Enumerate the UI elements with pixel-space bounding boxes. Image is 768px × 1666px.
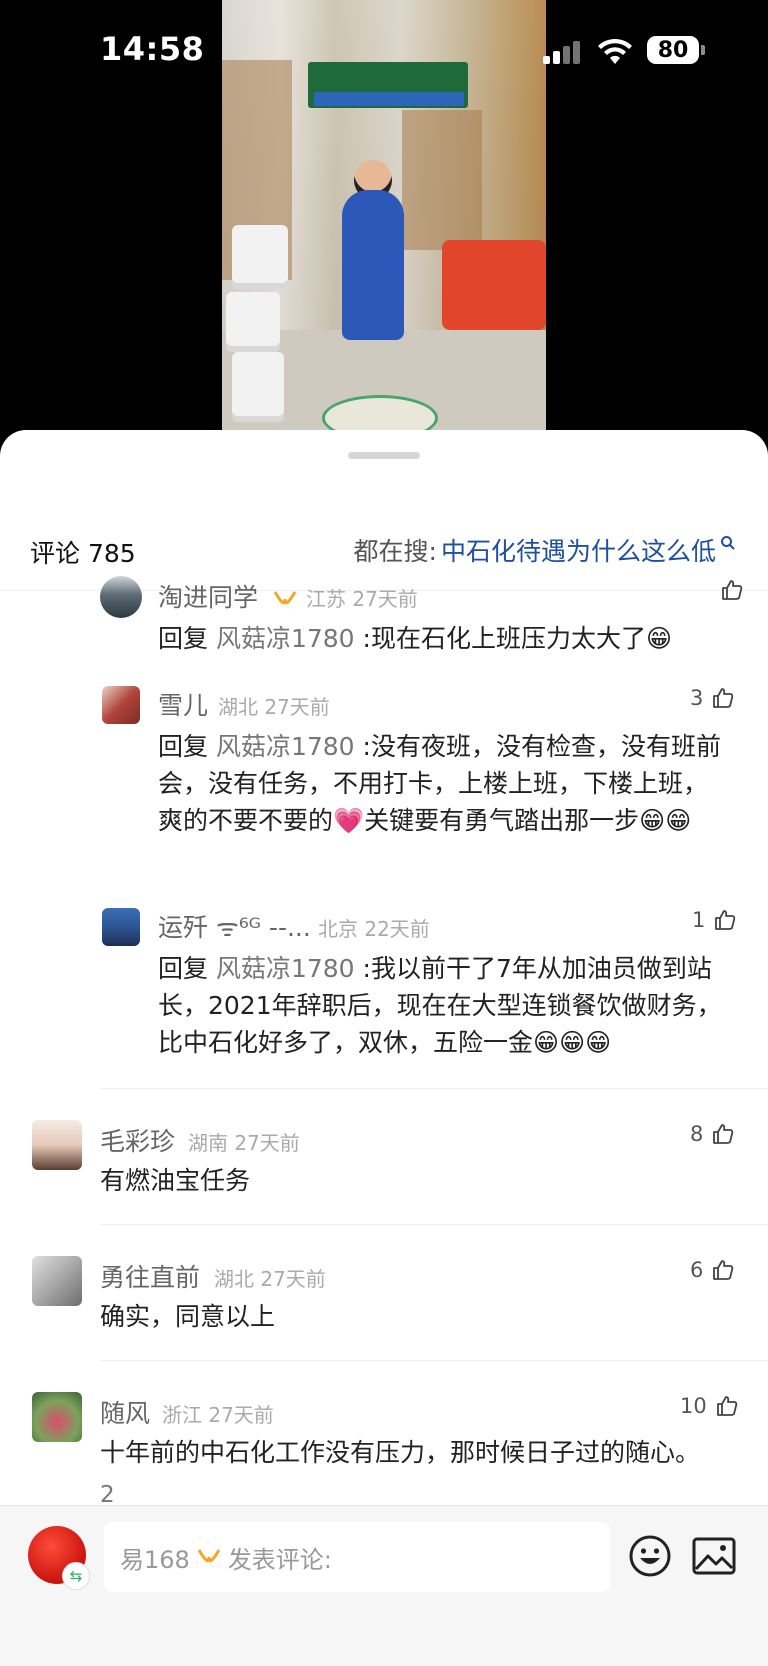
reply-to-user[interactable]: 风菇凉1780 bbox=[216, 732, 355, 761]
like-button[interactable]: 1 bbox=[692, 908, 737, 932]
search-icon bbox=[721, 536, 735, 550]
wifi-icon bbox=[598, 38, 632, 64]
battery-indicator: 80 bbox=[647, 36, 699, 64]
like-count: 3 bbox=[690, 686, 704, 710]
like-icon bbox=[716, 1396, 737, 1416]
comment-sheet: 评论 785 都在搜: 中石化待遇为什么这么低 淘进同学 江苏 27天前 回复 … bbox=[0, 430, 768, 1665]
comment-author[interactable]: 勇往直前 bbox=[100, 1258, 200, 1294]
comment-meta: 浙江 27天前 bbox=[162, 1403, 274, 1427]
like-button[interactable]: 8 bbox=[690, 1122, 735, 1146]
like-button[interactable]: 3 bbox=[690, 686, 735, 710]
comment-input[interactable]: 易168 发表评论: bbox=[104, 1522, 610, 1592]
comment-text: 回复 风菇凉1780 :我以前干了7年从加油员做到站长，2021年辞职后，现在在… bbox=[158, 954, 722, 1057]
comment-meta: 湖北 27天前 bbox=[214, 1267, 326, 1291]
divider bbox=[100, 1224, 768, 1225]
hot-search-link[interactable]: 都在搜: 中石化待遇为什么这么低 bbox=[354, 532, 736, 568]
comment-author[interactable]: 淘进同学 bbox=[158, 578, 298, 614]
like-count: 1 bbox=[692, 908, 706, 932]
comment-author[interactable]: 随风 bbox=[100, 1394, 150, 1430]
like-icon bbox=[713, 688, 734, 708]
like-count: 10 bbox=[680, 1394, 707, 1418]
like-count: 8 bbox=[690, 1122, 704, 1146]
like-icon bbox=[715, 910, 736, 930]
comment-text: 有燃油宝任务 bbox=[100, 1166, 251, 1195]
avatar[interactable] bbox=[32, 1120, 82, 1170]
comment-author[interactable]: 雪儿 bbox=[158, 686, 208, 722]
reply-to-user[interactable]: 风菇凉1780 bbox=[216, 954, 355, 983]
like-count: 6 bbox=[690, 1258, 704, 1282]
avatar[interactable] bbox=[102, 908, 140, 946]
cellular-signal-icon bbox=[543, 40, 585, 64]
input-username: 易168 bbox=[120, 1545, 190, 1574]
comment-count: 评论 785 bbox=[30, 539, 136, 568]
comment-author[interactable]: 毛彩珍 bbox=[100, 1122, 175, 1158]
avatar[interactable] bbox=[32, 1392, 82, 1442]
comment-meta: 北京 22天前 bbox=[318, 917, 430, 941]
comment-text: 确实，同意以上 bbox=[100, 1302, 276, 1331]
like-button[interactable]: 6 bbox=[690, 1258, 735, 1282]
emoji-icon[interactable] bbox=[628, 1534, 672, 1578]
reply-to-user[interactable]: 风菇凉1780 bbox=[216, 624, 355, 653]
status-bar: 14:58 80 bbox=[0, 0, 768, 104]
divider bbox=[100, 1360, 768, 1361]
battery-cap bbox=[701, 45, 705, 55]
hot-search-prefix: 都在搜: bbox=[353, 537, 437, 566]
image-icon[interactable] bbox=[692, 1536, 736, 1576]
comment-text: 十年前的中石化工作没有压力，那时候日子过的随心。 bbox=[100, 1438, 701, 1467]
comment-input-bar: ⇆ 易168 发表评论: bbox=[0, 1505, 768, 1666]
comment-meta: 湖南 27天前 bbox=[188, 1131, 300, 1155]
sheet-grabber[interactable] bbox=[348, 452, 420, 459]
like-icon bbox=[713, 1124, 734, 1144]
vip-badge-icon bbox=[273, 591, 297, 605]
avatar[interactable] bbox=[102, 686, 140, 724]
comment-author[interactable]: 运歼 ᯤ⁶ᴳ --... bbox=[158, 908, 311, 944]
like-button[interactable] bbox=[712, 578, 744, 602]
vip-badge-icon bbox=[197, 1549, 221, 1563]
comment-text: 回复 风菇凉1780 :现在石化上班压力太大了😁 bbox=[158, 624, 673, 653]
like-icon bbox=[722, 580, 743, 600]
status-time: 14:58 bbox=[100, 30, 205, 68]
hot-search-query[interactable]: 中石化待遇为什么这么低 bbox=[441, 532, 716, 568]
comment-meta: 江苏 27天前 bbox=[306, 587, 418, 611]
avatar[interactable] bbox=[100, 576, 142, 618]
comment-text: 回复 风菇凉1780 :没有夜班，没有检查，没有班前会，没有任务，不用打卡，上楼… bbox=[158, 732, 721, 835]
avatar[interactable] bbox=[32, 1256, 82, 1306]
like-button[interactable]: 10 bbox=[680, 1394, 739, 1418]
switch-account-icon[interactable]: ⇆ bbox=[62, 1562, 90, 1590]
input-placeholder: 发表评论: bbox=[227, 1545, 332, 1574]
like-icon bbox=[713, 1260, 734, 1280]
divider bbox=[100, 1088, 768, 1089]
comment-meta: 湖北 27天前 bbox=[218, 695, 330, 719]
